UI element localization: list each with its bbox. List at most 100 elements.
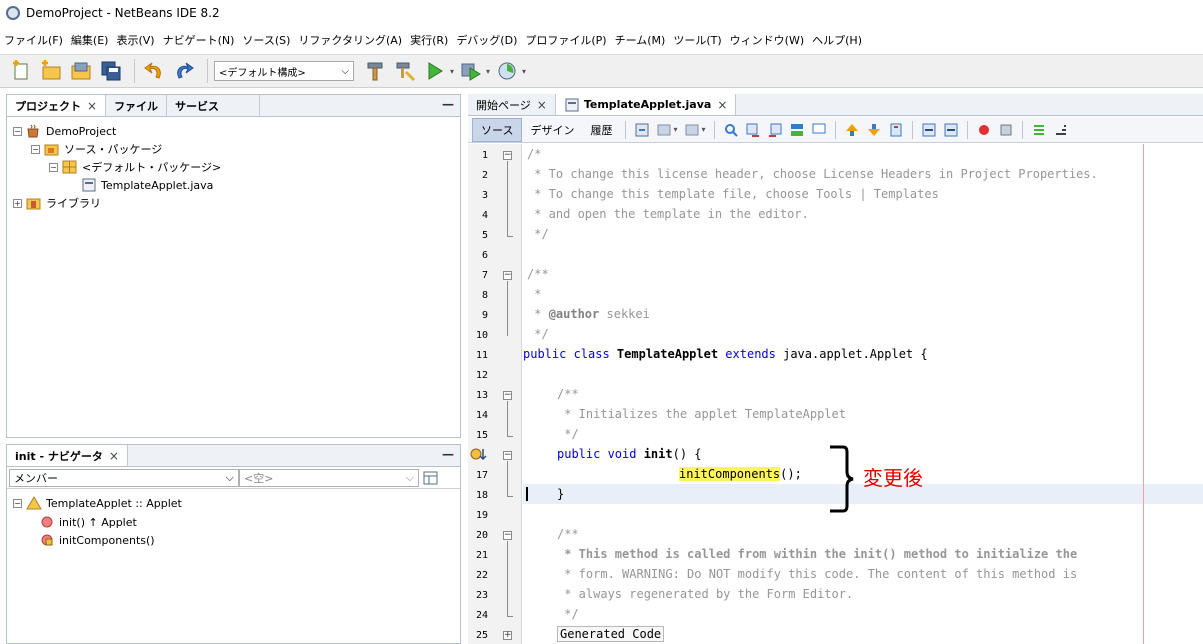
debug-dropdown-icon[interactable]: ▾: [486, 67, 490, 76]
debug-icon[interactable]: [458, 58, 484, 84]
collapse-icon[interactable]: −: [31, 144, 40, 154]
last-edit-icon[interactable]: [634, 122, 650, 138]
line-number: 2: [481, 170, 488, 181]
forward-icon[interactable]: [684, 122, 700, 138]
run-dropdown-icon[interactable]: ▾: [450, 67, 454, 76]
tab-navigator[interactable]: init - ナビゲータ ×: [7, 445, 128, 466]
line-number: 17: [475, 470, 488, 481]
fold-end: [507, 496, 513, 497]
close-icon[interactable]: ×: [109, 449, 119, 463]
redo-icon[interactable]: [171, 58, 197, 84]
previous-bookmark-icon[interactable]: [844, 122, 860, 138]
open-project-icon[interactable]: [68, 58, 94, 84]
navigator-panel: init - ナビゲータ × — メンバー ⌵ <空> ⌵ − Template…: [6, 444, 461, 644]
back-icon[interactable]: [656, 122, 672, 138]
code-line-23: * always regenerated by the Form Editor.: [557, 587, 854, 601]
navigator-member-init[interactable]: init() ↑ Applet: [39, 514, 137, 530]
tree-node-source-packages[interactable]: − ソース・パッケージ: [31, 141, 162, 157]
menu-source[interactable]: ソース(S): [242, 32, 290, 48]
line-number: 4: [481, 210, 488, 221]
generated-code-fold[interactable]: Generated Code: [557, 626, 665, 642]
code-line-2: * To change this license header, choose …: [527, 167, 1098, 181]
close-icon[interactable]: ×: [717, 98, 727, 112]
menu-run[interactable]: 実行(R): [410, 32, 448, 48]
tree-node-default-package[interactable]: − <デフォルト・パッケージ>: [49, 159, 221, 175]
undo-icon[interactable]: [141, 58, 167, 84]
toggle-rect-select-icon[interactable]: [811, 122, 827, 138]
menu-debug[interactable]: デバッグ(D): [456, 32, 517, 48]
minimize-icon[interactable]: —: [442, 447, 454, 461]
tab-services[interactable]: サービス: [167, 95, 261, 116]
fold-collapse-icon[interactable]: −: [503, 151, 512, 160]
uncomment-icon[interactable]: [1053, 122, 1069, 138]
menu-file[interactable]: ファイル(F): [4, 32, 63, 48]
close-icon[interactable]: ×: [537, 98, 547, 112]
new-file-icon[interactable]: [8, 58, 34, 84]
fold-collapse-icon[interactable]: −: [503, 531, 512, 540]
mode-design[interactable]: デザイン: [522, 119, 582, 141]
shift-right-icon[interactable]: [943, 122, 959, 138]
fold-collapse-icon[interactable]: −: [503, 451, 512, 460]
right-bracket-annotation: [830, 445, 854, 513]
navigator-options-icon[interactable]: [423, 471, 439, 485]
fold-expand-icon[interactable]: +: [503, 631, 512, 640]
run-icon[interactable]: [422, 58, 448, 84]
tree-node-project[interactable]: − DemoProject: [13, 123, 116, 139]
code-line-22: * form. WARNING: Do NOT modify this code…: [557, 567, 1078, 581]
profile-icon[interactable]: [494, 58, 520, 84]
chevron-down-icon: ⌵: [225, 470, 234, 484]
menu-window[interactable]: ウィンドウ(W): [730, 32, 804, 48]
start-macro-icon[interactable]: [976, 122, 992, 138]
fold-collapse-icon[interactable]: −: [503, 271, 512, 280]
expand-icon[interactable]: +: [13, 198, 22, 208]
code-line-13: /**: [557, 387, 579, 401]
member-filter-select[interactable]: メンバー ⌵: [9, 468, 239, 487]
minimize-icon[interactable]: —: [442, 97, 454, 111]
private-method-icon: [39, 533, 55, 547]
menu-help[interactable]: ヘルプ(H): [812, 32, 862, 48]
menu-view[interactable]: 表示(V): [116, 32, 154, 48]
forward-dropdown-icon[interactable]: ▾: [701, 125, 705, 134]
fold-collapse-icon[interactable]: −: [503, 391, 512, 400]
toggle-highlight-icon[interactable]: [789, 122, 805, 138]
collapse-icon[interactable]: −: [13, 498, 22, 508]
menu-tools[interactable]: ツール(T): [673, 32, 721, 48]
comment-icon[interactable]: [1031, 122, 1047, 138]
keyword-token: public void: [557, 447, 644, 461]
build-hammer-icon[interactable]: [362, 58, 388, 84]
stop-macro-icon[interactable]: [998, 122, 1014, 138]
shift-left-icon[interactable]: [921, 122, 937, 138]
menu-profile[interactable]: プロファイル(P): [525, 32, 606, 48]
close-icon[interactable]: ×: [87, 99, 97, 113]
tab-files[interactable]: ファイル: [106, 95, 168, 116]
mode-history[interactable]: 履歴: [582, 119, 620, 141]
configuration-select[interactable]: <デフォルト構成> ⌵: [214, 61, 354, 81]
menu-navigate[interactable]: ナビゲート(N): [163, 32, 235, 48]
find-previous-icon[interactable]: [745, 122, 761, 138]
tab-templateapplet[interactable]: TemplateApplet.java ×: [555, 94, 737, 115]
tree-node-file[interactable]: TemplateApplet.java: [81, 177, 213, 193]
profile-dropdown-icon[interactable]: ▾: [522, 67, 526, 76]
find-next-icon[interactable]: [767, 122, 783, 138]
tab-projects[interactable]: プロジェクト ×: [7, 95, 107, 116]
back-dropdown-icon[interactable]: ▾: [673, 125, 677, 134]
toggle-bookmark-icon[interactable]: [888, 122, 904, 138]
tab-start-page[interactable]: 開始ページ ×: [468, 94, 556, 115]
save-all-icon[interactable]: [98, 58, 124, 84]
clean-build-icon[interactable]: [392, 58, 418, 84]
menu-edit[interactable]: 編集(E): [71, 32, 109, 48]
collapse-icon[interactable]: −: [13, 126, 22, 136]
next-bookmark-icon[interactable]: [866, 122, 882, 138]
navigator-member-initcomponents[interactable]: initComponents(): [39, 532, 155, 548]
collapse-icon[interactable]: −: [49, 162, 58, 172]
menu-team[interactable]: チーム(M): [615, 32, 666, 48]
new-project-icon[interactable]: [38, 58, 64, 84]
navigator-class-node[interactable]: − TemplateApplet :: Applet: [13, 495, 182, 511]
find-selection-icon[interactable]: [723, 122, 739, 138]
scope-filter-select[interactable]: <空> ⌵: [239, 468, 419, 487]
projects-panel-tabs: プロジェクト × ファイル サービス —: [7, 95, 460, 117]
menu-refactor[interactable]: リファクタリング(A): [298, 32, 402, 48]
tab-templateapplet-label: TemplateApplet.java: [583, 98, 712, 111]
mode-source[interactable]: ソース: [472, 117, 523, 142]
tree-node-libraries[interactable]: + ライブラリ: [13, 195, 101, 211]
